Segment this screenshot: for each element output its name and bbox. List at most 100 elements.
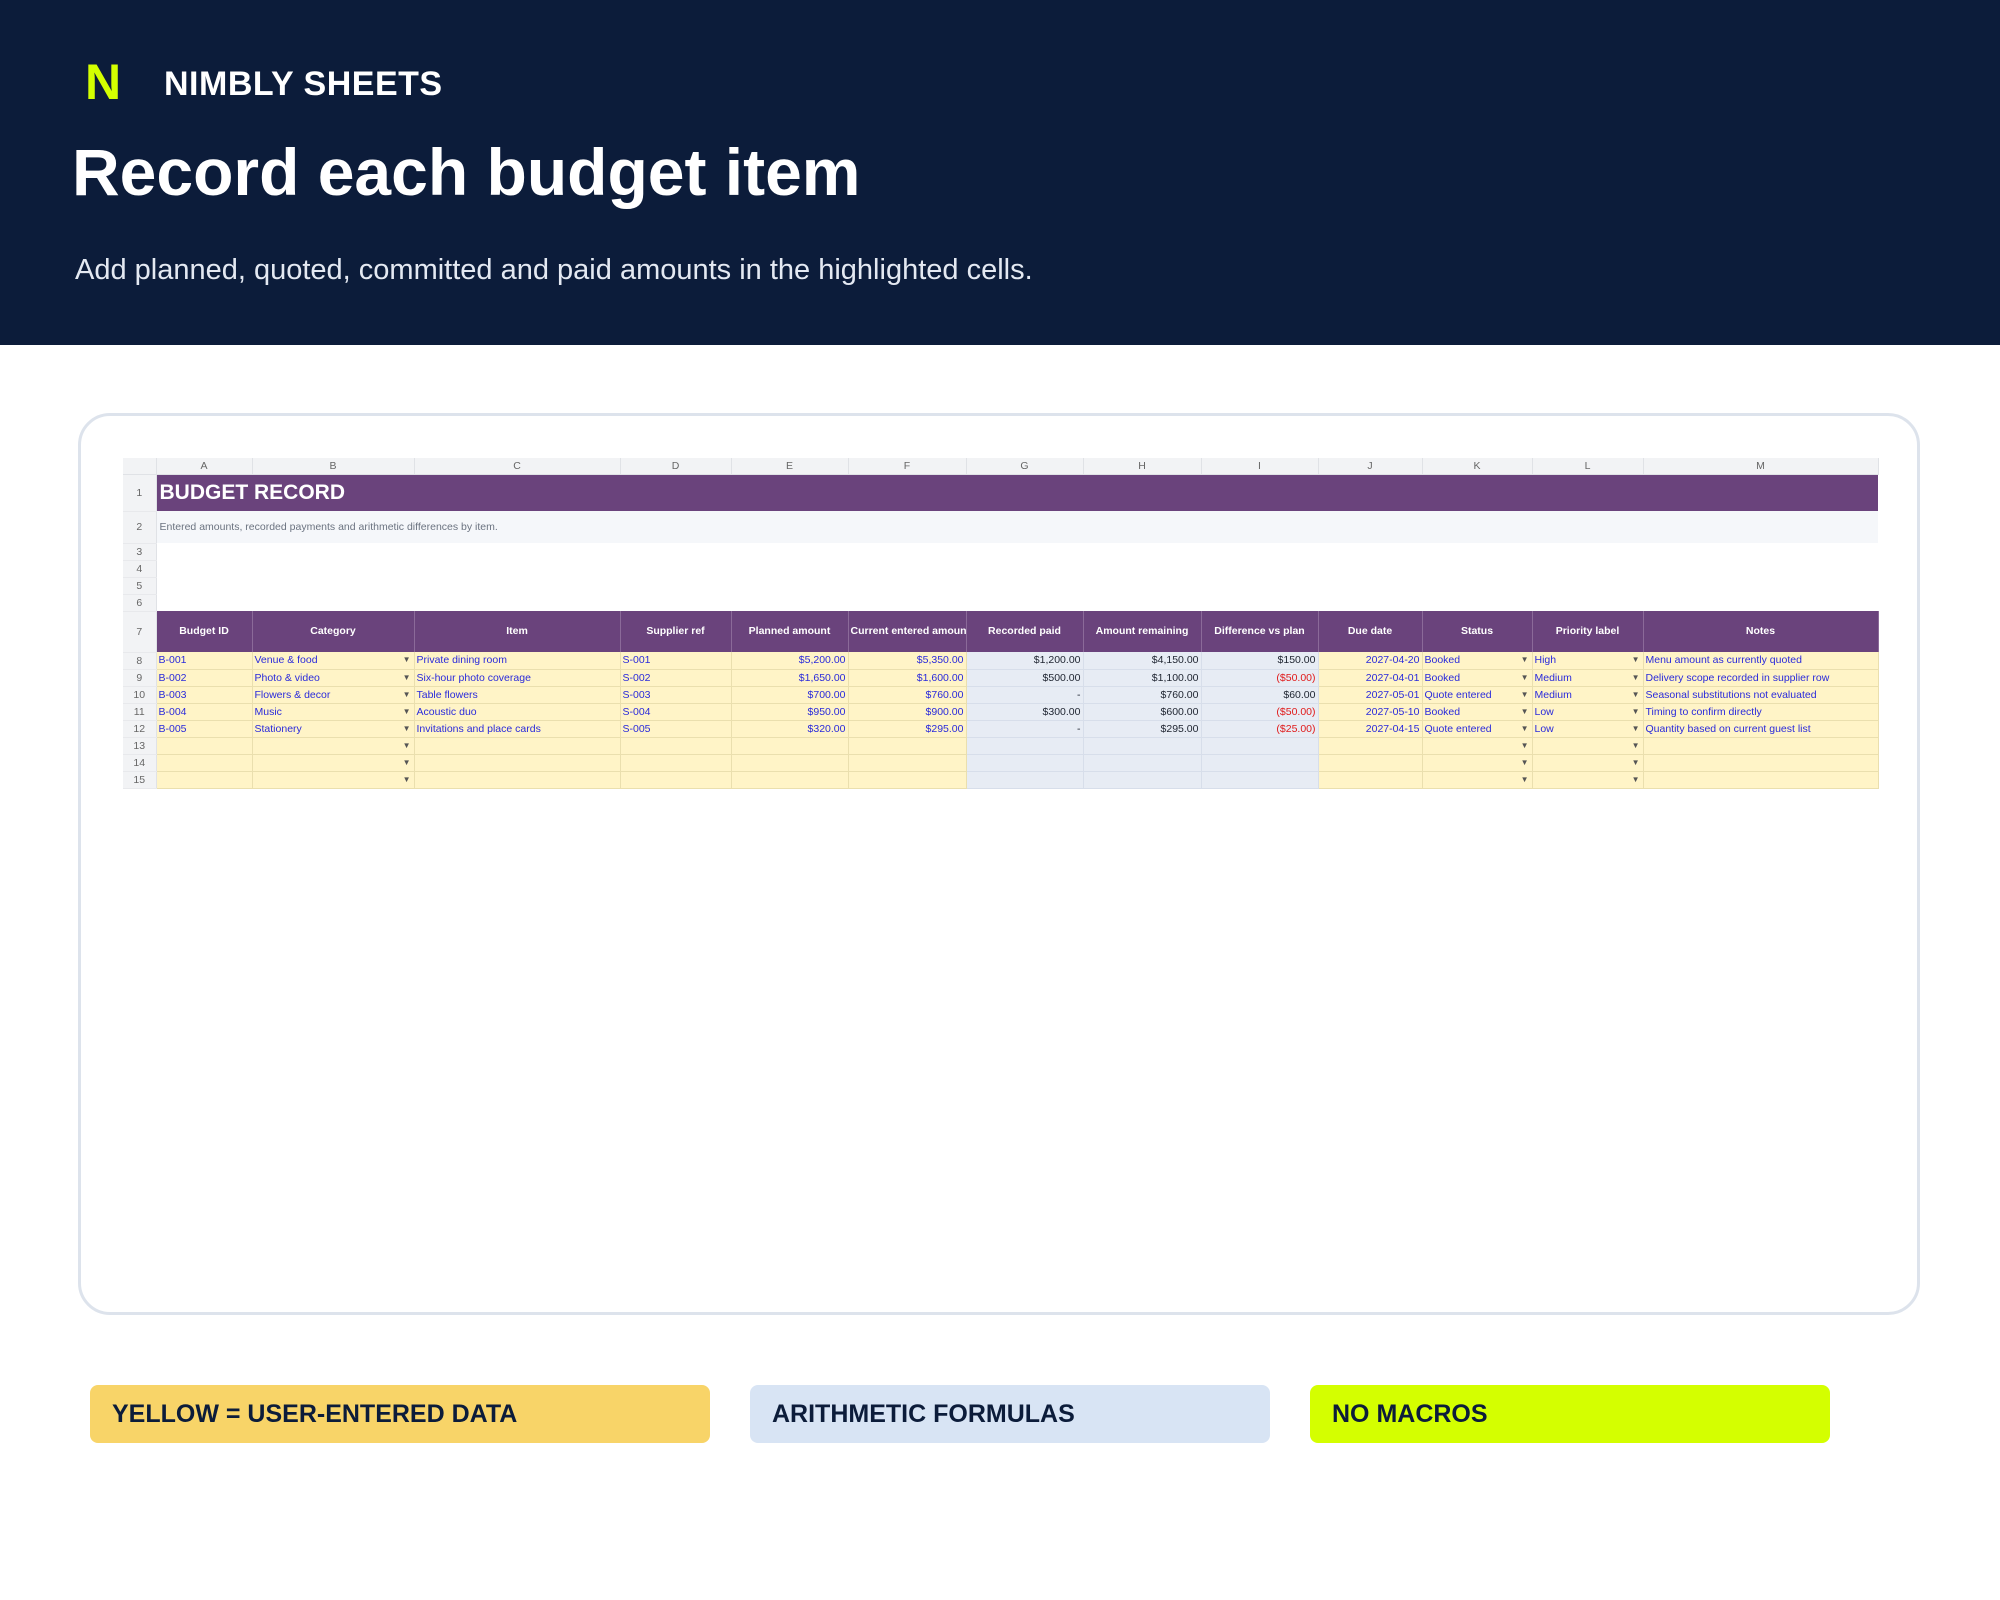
table-cell[interactable] [414,754,621,772]
table-cell[interactable]: Quantity based on current guest list [1643,720,1879,738]
table-cell[interactable] [848,771,967,789]
table-cell[interactable]: 2027-05-10 [1318,703,1423,721]
table-cell[interactable]: B-004 [156,703,253,721]
table-cell[interactable] [620,754,732,772]
column-header[interactable]: E [731,458,849,475]
dropdown-arrow-icon[interactable]: ▼ [1632,755,1640,771]
table-cell[interactable]: $5,200.00 [731,652,849,670]
dropdown-arrow-icon[interactable]: ▼ [403,704,411,720]
table-cell[interactable]: Private dining room [414,652,621,670]
table-cell[interactable] [156,771,253,789]
table-header-cell[interactable]: Notes [1643,611,1879,652]
table-cell[interactable]: ▼ [252,771,415,789]
dropdown-arrow-icon[interactable]: ▼ [403,772,411,788]
table-cell[interactable] [1643,771,1879,789]
dropdown-arrow-icon[interactable]: ▼ [1521,772,1529,788]
table-header-cell[interactable]: Recorded paid [966,611,1084,652]
table-cell[interactable]: 2027-05-01 [1318,686,1423,704]
table-cell[interactable]: $1,200.00 [966,652,1084,670]
table-cell[interactable] [1083,754,1202,772]
table-cell[interactable]: Invitations and place cards [414,720,621,738]
table-cell[interactable]: Acoustic duo [414,703,621,721]
table-cell[interactable] [1643,754,1879,772]
table-cell[interactable]: High ▼ [1532,652,1644,670]
table-cell[interactable]: ($25.00) [1201,720,1319,738]
table-cell[interactable]: - [966,720,1084,738]
table-header-cell[interactable]: Current entered amount [848,611,967,652]
table-header-cell[interactable]: Difference vs plan [1201,611,1319,652]
table-cell[interactable]: B-001 [156,652,253,670]
table-header-cell[interactable]: Amount remaining [1083,611,1202,652]
table-cell[interactable]: $1,650.00 [731,669,849,687]
dropdown-arrow-icon[interactable]: ▼ [403,670,411,686]
column-header[interactable]: G [966,458,1084,475]
table-cell[interactable]: Booked ▼ [1422,669,1533,687]
table-cell[interactable]: $295.00 [1083,720,1202,738]
table-cell[interactable]: Timing to confirm directly [1643,703,1879,721]
table-header-cell[interactable]: Item [414,611,621,652]
blank-cell[interactable] [156,577,1878,594]
table-cell[interactable]: Medium ▼ [1532,669,1644,687]
table-cell[interactable] [1083,737,1202,755]
table-cell[interactable]: ▼ [252,737,415,755]
table-cell[interactable]: Six-hour photo coverage [414,669,621,687]
table-header-cell[interactable]: Planned amount [731,611,849,652]
table-header-cell[interactable]: Due date [1318,611,1423,652]
table-cell[interactable]: $760.00 [1083,686,1202,704]
table-cell[interactable]: $300.00 [966,703,1084,721]
table-cell[interactable]: ▼ [1422,737,1533,755]
row-number[interactable]: 1 [123,474,157,512]
table-cell[interactable] [1318,737,1423,755]
table-header-cell[interactable]: Budget ID [156,611,253,652]
table-cell[interactable]: S-002 [620,669,732,687]
table-cell[interactable] [1201,771,1319,789]
table-cell[interactable]: $900.00 [848,703,967,721]
dropdown-arrow-icon[interactable]: ▼ [1632,738,1640,754]
table-cell[interactable]: Seasonal substitutions not evaluated [1643,686,1879,704]
table-cell[interactable] [414,771,621,789]
dropdown-arrow-icon[interactable]: ▼ [403,721,411,737]
table-cell[interactable] [1083,771,1202,789]
table-cell[interactable]: S-001 [620,652,732,670]
table-cell[interactable]: Medium ▼ [1532,686,1644,704]
table-cell[interactable]: 2027-04-20 [1318,652,1423,670]
table-cell[interactable]: Low ▼ [1532,703,1644,721]
column-header[interactable]: A [156,458,253,475]
table-cell[interactable]: $600.00 [1083,703,1202,721]
table-cell[interactable]: $1,100.00 [1083,669,1202,687]
dropdown-arrow-icon[interactable]: ▼ [403,652,411,668]
table-cell[interactable]: $700.00 [731,686,849,704]
dropdown-arrow-icon[interactable]: ▼ [403,687,411,703]
row-number[interactable]: 12 [123,720,157,738]
table-header-cell[interactable]: Status [1422,611,1533,652]
table-cell[interactable]: ▼ [1422,771,1533,789]
dropdown-arrow-icon[interactable]: ▼ [1521,721,1529,737]
column-header[interactable]: J [1318,458,1423,475]
dropdown-arrow-icon[interactable]: ▼ [1521,670,1529,686]
table-cell[interactable]: $950.00 [731,703,849,721]
column-header[interactable]: K [1422,458,1533,475]
table-cell[interactable]: Quote entered ▼ [1422,686,1533,704]
table-cell[interactable]: ▼ [1532,771,1644,789]
table-cell[interactable] [966,771,1084,789]
table-cell[interactable]: S-003 [620,686,732,704]
table-cell[interactable]: 2027-04-15 [1318,720,1423,738]
table-cell[interactable] [1318,771,1423,789]
table-cell[interactable]: S-004 [620,703,732,721]
table-cell[interactable]: Venue & food ▼ [252,652,415,670]
table-cell[interactable]: Menu amount as currently quoted [1643,652,1879,670]
table-cell[interactable]: ▼ [1532,737,1644,755]
row-number[interactable]: 6 [123,594,157,612]
row-number[interactable]: 4 [123,560,157,578]
dropdown-arrow-icon[interactable]: ▼ [1521,738,1529,754]
table-cell[interactable]: $150.00 [1201,652,1319,670]
table-cell[interactable] [414,737,621,755]
row-number[interactable]: 8 [123,652,157,670]
dropdown-arrow-icon[interactable]: ▼ [1632,772,1640,788]
column-header[interactable]: D [620,458,732,475]
dropdown-arrow-icon[interactable]: ▼ [403,755,411,771]
row-number[interactable]: 3 [123,543,157,561]
table-cell[interactable] [731,754,849,772]
table-cell[interactable]: $60.00 [1201,686,1319,704]
table-cell[interactable]: Delivery scope recorded in supplier row [1643,669,1879,687]
